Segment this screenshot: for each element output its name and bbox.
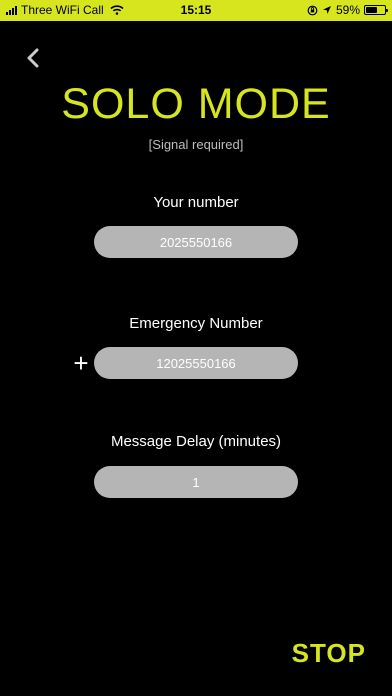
orientation-lock-icon bbox=[307, 5, 318, 15]
add-emergency-number-button[interactable]: + bbox=[70, 350, 92, 376]
battery-icon bbox=[364, 5, 388, 15]
location-arrow-icon bbox=[322, 6, 331, 14]
page-title: SOLO MODE bbox=[61, 80, 331, 128]
chevron-left-icon bbox=[27, 48, 39, 68]
emergency-number-field[interactable]: 12025550166 bbox=[94, 347, 298, 379]
stop-button[interactable]: STOP bbox=[292, 638, 366, 669]
your-number-field[interactable]: 2025550166 bbox=[94, 226, 298, 258]
back-button[interactable] bbox=[22, 47, 44, 69]
message-delay-field[interactable]: 1 bbox=[94, 466, 298, 498]
status-right: 59% bbox=[307, 3, 388, 17]
battery-tip bbox=[386, 9, 388, 12]
battery-percent: 59% bbox=[335, 3, 360, 17]
signal-required-note: [Signal required] bbox=[148, 137, 244, 152]
message-delay-label: Message Delay (minutes) bbox=[110, 433, 282, 450]
battery-fill bbox=[366, 7, 377, 13]
status-bar: Three WiFi Call 15:15 59% bbox=[0, 0, 392, 21]
your-number-label: Your number bbox=[153, 194, 239, 211]
emergency-number-label: Emergency Number bbox=[129, 315, 263, 332]
